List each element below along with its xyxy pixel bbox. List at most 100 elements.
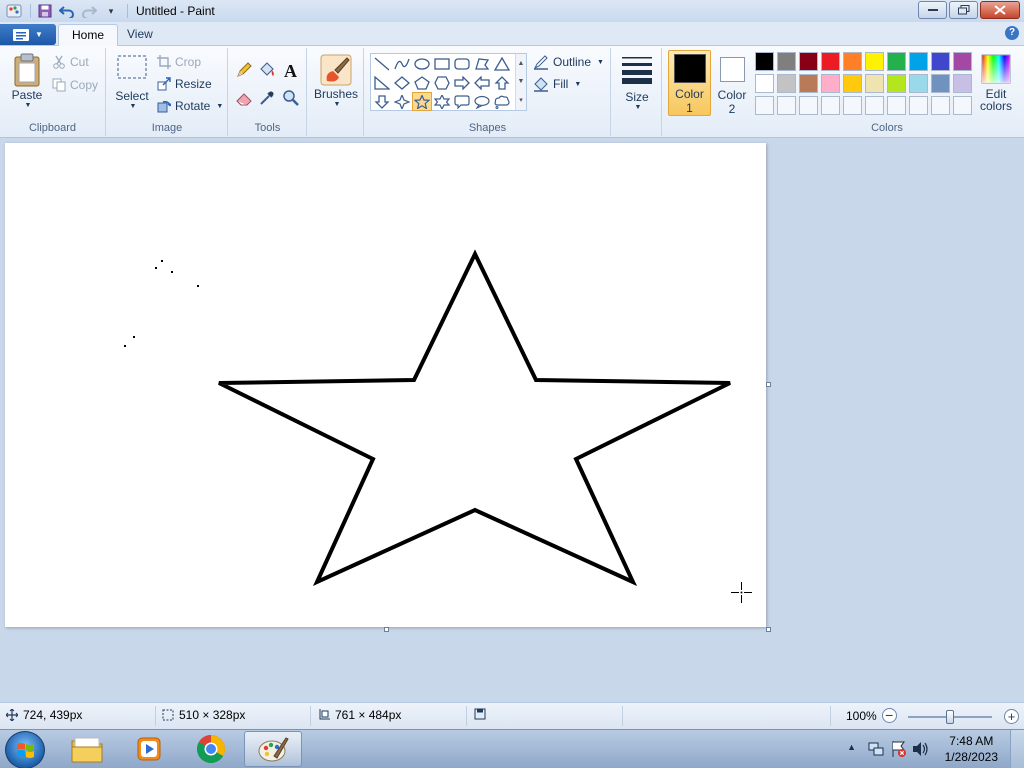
clock[interactable]: 7:48 AM 1/28/2023 — [945, 733, 998, 765]
polygon-icon[interactable] — [472, 54, 492, 73]
oval-callout-icon[interactable] — [472, 92, 492, 111]
show-hidden-icons-icon[interactable]: ▲ — [847, 742, 856, 752]
size-button[interactable]: Size ▼ — [617, 54, 657, 111]
color2-button[interactable]: Color 2 — [712, 50, 752, 116]
taskbar-explorer[interactable] — [58, 731, 116, 767]
color-swatch[interactable] — [909, 96, 928, 115]
copy-button[interactable]: Copy — [52, 76, 98, 94]
rounded-callout-icon[interactable] — [452, 92, 472, 111]
color-swatch[interactable] — [755, 96, 774, 115]
color-swatch[interactable] — [799, 74, 818, 93]
oval-icon[interactable] — [412, 54, 432, 73]
zoom-slider-thumb[interactable] — [946, 710, 954, 724]
color-swatch[interactable] — [887, 74, 906, 93]
network-icon[interactable] — [868, 741, 884, 757]
color-swatch[interactable] — [799, 96, 818, 115]
color-swatch[interactable] — [887, 52, 906, 71]
zoom-slider[interactable] — [908, 710, 992, 724]
eraser-icon[interactable] — [233, 88, 254, 108]
pentagon-icon[interactable] — [412, 73, 432, 92]
taskbar-media-player[interactable] — [120, 731, 178, 767]
color-swatch[interactable] — [777, 74, 796, 93]
gallery-scrollbar[interactable]: ▲ ▼ ▾ — [515, 54, 526, 110]
color-swatch[interactable] — [887, 96, 906, 115]
cloud-callout-icon[interactable] — [492, 92, 512, 111]
action-center-icon[interactable] — [890, 740, 908, 758]
color-swatch[interactable] — [865, 96, 884, 115]
color-swatch[interactable] — [953, 52, 972, 71]
volume-icon[interactable] — [912, 741, 930, 757]
resize-handle-right[interactable] — [766, 382, 771, 387]
six-point-star-icon[interactable] — [432, 92, 452, 111]
brushes-button[interactable]: Brushes ▼ — [314, 53, 358, 108]
color-swatch[interactable] — [843, 52, 862, 71]
select-button[interactable]: Select ▼ — [114, 54, 150, 110]
color1-button[interactable]: Color 1 — [668, 50, 711, 116]
customize-quick-access-icon[interactable]: ▾ — [103, 3, 119, 19]
color-swatch[interactable] — [799, 52, 818, 71]
curve-icon[interactable] — [392, 54, 412, 73]
color-picker-icon[interactable] — [256, 88, 277, 108]
start-button[interactable] — [5, 731, 45, 768]
line-icon[interactable] — [372, 54, 392, 73]
five-point-star-icon[interactable] — [412, 92, 432, 111]
cut-button[interactable]: Cut — [52, 53, 89, 71]
zoom-out-icon[interactable]: − — [881, 708, 897, 723]
color-swatch[interactable] — [931, 52, 950, 71]
color-swatch[interactable] — [953, 74, 972, 93]
edit-colors-button[interactable]: Edit colors — [974, 54, 1018, 113]
color-swatch[interactable] — [865, 74, 884, 93]
color-swatch[interactable] — [821, 96, 840, 115]
outline-button[interactable]: Outline ▼ — [533, 53, 604, 71]
four-point-star-icon[interactable] — [392, 92, 412, 111]
pencil-icon[interactable] — [233, 60, 254, 80]
diamond-icon[interactable] — [392, 73, 412, 92]
color-swatch[interactable] — [777, 96, 796, 115]
color-swatch[interactable] — [843, 74, 862, 93]
triangle-icon[interactable] — [492, 54, 512, 73]
color-swatch[interactable] — [755, 74, 774, 93]
resize-button[interactable]: Resize — [157, 75, 212, 93]
tab-view[interactable]: View — [114, 24, 166, 46]
show-desktop-button[interactable] — [1010, 730, 1024, 768]
gallery-expand-icon[interactable]: ▾ — [519, 96, 523, 104]
scroll-down-icon[interactable]: ▼ — [518, 78, 525, 85]
fill-bucket-icon[interactable] — [256, 60, 277, 80]
save-icon[interactable] — [37, 3, 53, 19]
color-swatch[interactable] — [821, 74, 840, 93]
rounded-rectangle-icon[interactable] — [452, 54, 472, 73]
color-swatch[interactable] — [755, 52, 774, 71]
color-swatch[interactable] — [931, 96, 950, 115]
restore-button[interactable] — [949, 1, 978, 19]
color-swatch[interactable] — [931, 74, 950, 93]
color-swatch[interactable] — [909, 52, 928, 71]
color-swatch[interactable] — [909, 74, 928, 93]
drawing-canvas[interactable] — [5, 143, 766, 627]
minimize-button[interactable] — [918, 1, 947, 19]
color-swatch[interactable] — [843, 96, 862, 115]
paint-app-icon[interactable] — [6, 3, 22, 19]
taskbar-paint[interactable] — [244, 731, 302, 767]
paint-menu-button[interactable]: ▼ — [0, 24, 56, 45]
rectangle-icon[interactable] — [432, 54, 452, 73]
color-swatch[interactable] — [821, 52, 840, 71]
up-arrow-icon[interactable] — [492, 73, 512, 92]
resize-handle-bottom[interactable] — [384, 627, 389, 632]
color-swatch[interactable] — [777, 52, 796, 71]
color-swatch[interactable] — [953, 96, 972, 115]
text-icon[interactable]: A — [280, 60, 301, 80]
close-button[interactable] — [980, 1, 1020, 19]
rotate-button[interactable]: Rotate ▼ — [157, 97, 223, 115]
color-swatch[interactable] — [865, 52, 884, 71]
undo-icon[interactable] — [59, 3, 75, 19]
crop-button[interactable]: Crop — [157, 53, 201, 71]
help-icon[interactable]: ? — [1005, 26, 1019, 40]
hexagon-icon[interactable] — [432, 73, 452, 92]
fill-button[interactable]: Fill ▼ — [533, 75, 581, 93]
taskbar-chrome[interactable] — [182, 731, 240, 767]
right-arrow-icon[interactable] — [452, 73, 472, 92]
zoom-in-icon[interactable]: + — [1004, 709, 1019, 724]
tab-home[interactable]: Home — [58, 24, 119, 46]
left-arrow-icon[interactable] — [472, 73, 492, 92]
paste-button[interactable]: Paste ▼ — [8, 52, 46, 109]
